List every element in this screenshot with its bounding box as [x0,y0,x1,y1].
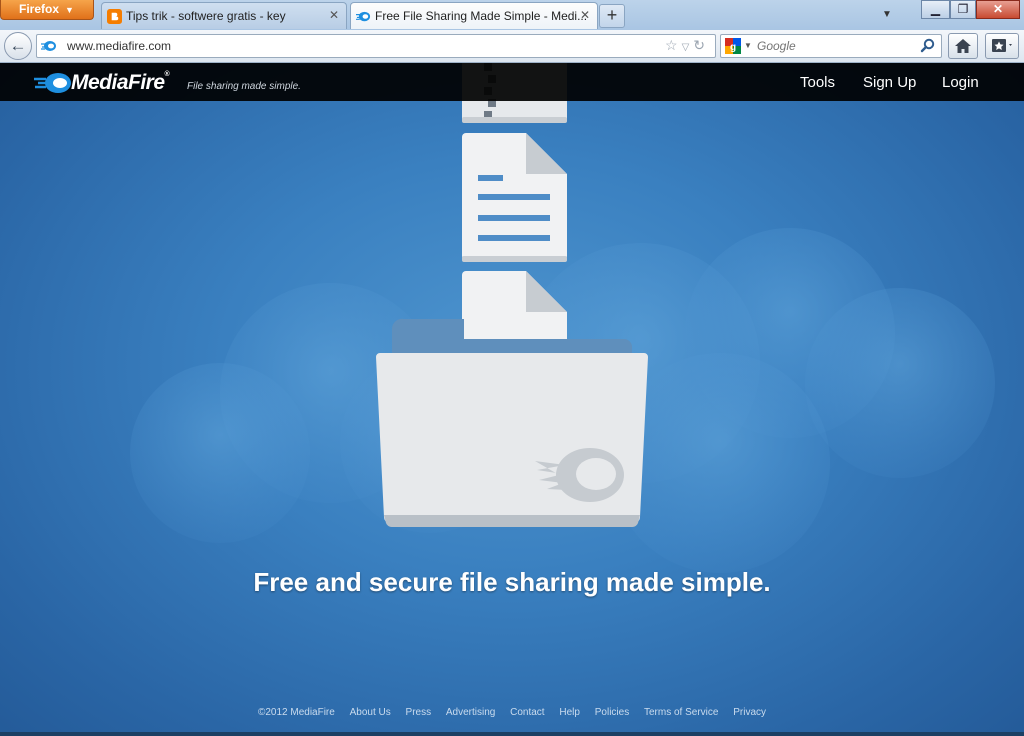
svg-text:g: g [730,42,736,53]
nav-login-link[interactable]: Login [942,74,979,91]
home-button[interactable] [948,33,978,59]
hero-headline: Free and secure file sharing made simple… [253,567,771,597]
site-header: MediaFire® File sharing made simple. Too… [0,63,1024,101]
mediafire-icon [356,11,371,22]
blogger-icon [107,9,122,24]
restore-button[interactable]: ❐ [950,0,976,19]
background-clouds [130,63,995,573]
tab-title: Free File Sharing Made Simple - Medi... [375,9,588,23]
search-icon[interactable] [920,38,936,54]
back-button[interactable]: ← [4,32,32,60]
back-arrow-icon: ← [9,36,27,55]
minimize-button[interactable]: ▁ [921,0,950,19]
nav-sign-up-link[interactable]: Sign Up [863,74,916,91]
close-window-button[interactable]: ✕ [976,0,1020,19]
google-icon[interactable]: g [725,38,741,54]
footer-link-advertising[interactable]: Advertising [446,707,495,718]
title-bar: Firefox ▼ Tips trik - softwere gratis - k… [0,0,1024,30]
chevron-down-icon: ▼ [65,5,74,15]
firefox-menu-button[interactable]: Firefox ▼ [0,0,94,20]
close-tab-icon[interactable]: ✕ [329,8,339,22]
address-bar[interactable]: www.mediafire.com ☆▽↻ [36,34,716,58]
site-tagline: File sharing made simple. [187,81,301,92]
new-tab-button[interactable]: + [599,4,625,28]
footer-link-terms[interactable]: Terms of Service [644,707,718,718]
footer-link-contact[interactable]: Contact [510,707,544,718]
taskbar-edge [0,732,1024,736]
footer-links: ©2012 MediaFire About Us Press Advertisi… [0,707,1024,718]
navigation-toolbar: ← www.mediafire.com ☆▽↻ g ▼ [0,30,1024,63]
mediafire-logo-icon[interactable] [34,71,74,95]
history-dropdown-icon[interactable]: ▽ [682,42,694,53]
document-icon [462,133,567,262]
nav-tools-link[interactable]: Tools [800,74,835,91]
site-brand[interactable]: MediaFire® [71,71,170,95]
page-content: MediaFire® File sharing made simple. Too… [0,63,1024,736]
search-engine-dropdown-icon[interactable]: ▼ [744,41,752,50]
footer-link-privacy[interactable]: Privacy [733,707,766,718]
tab-title: Tips trik - softwere gratis - key [126,9,286,23]
search-input[interactable] [755,38,909,54]
reload-icon[interactable]: ↻ [693,37,709,53]
registered-mark: ® [164,71,170,78]
footer-link-policies[interactable]: Policies [595,707,629,718]
footer-link-about-us[interactable]: About Us [350,707,391,718]
firefox-menu-label: Firefox [19,2,60,16]
url-text[interactable]: www.mediafire.com [67,39,171,53]
list-all-tabs-icon[interactable]: ▼ [882,9,892,20]
close-tab-icon[interactable]: ✕ [580,8,590,22]
brand-text: MediaFire [71,71,165,94]
copyright-text: ©2012 MediaFire [257,707,335,718]
home-icon [955,39,971,53]
bookmarks-button[interactable] [985,33,1019,59]
bookmarks-icon [992,39,1012,52]
search-bar[interactable]: g ▼ [720,34,942,58]
tab-tips-trik[interactable]: Tips trik - softwere gratis - key ✕ [101,2,347,29]
footer-link-help[interactable]: Help [559,707,580,718]
site-identity-icon[interactable] [41,38,57,54]
folder-icon [376,318,648,528]
tab-mediafire[interactable]: Free File Sharing Made Simple - Medi... … [350,2,598,29]
footer-link-press[interactable]: Press [406,707,432,718]
bookmark-star-icon[interactable]: ☆ [665,37,682,53]
